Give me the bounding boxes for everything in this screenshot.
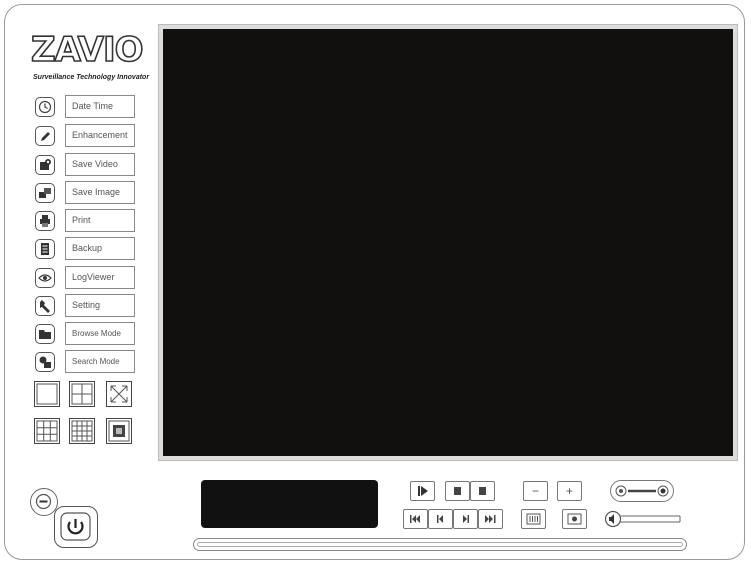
volume-slider[interactable] [603, 509, 681, 529]
pause-icon [454, 487, 461, 495]
menu-item-search-mode[interactable]: Search Mode [35, 350, 155, 374]
step-back-button[interactable] [428, 509, 453, 529]
menu-item-save-image[interactable]: Save Image [35, 181, 155, 205]
menu-item-enhancement[interactable]: Enhancement [35, 124, 155, 148]
setting-button[interactable]: Setting [65, 294, 135, 317]
step-forward-icon [463, 515, 469, 523]
menu-item-save-video[interactable]: Save Video [35, 153, 155, 177]
menu-item-backup[interactable]: Backup [35, 237, 155, 261]
save-image-button[interactable]: Save Image [65, 181, 135, 204]
clock-icon [35, 97, 55, 117]
save-image-icon [35, 183, 55, 203]
single-view-icon [36, 383, 58, 405]
backup-button[interactable]: Backup [65, 237, 135, 260]
save-video-button[interactable]: Save Video [65, 153, 135, 176]
zoom-in-button[interactable]: + [557, 481, 582, 501]
enhancement-button[interactable]: Enhancement [65, 124, 135, 147]
single-view-button[interactable] [34, 381, 60, 407]
stop-icon [479, 487, 486, 495]
power-button[interactable] [54, 506, 98, 548]
timeline-track [197, 542, 683, 547]
custom-view-button[interactable] [106, 418, 132, 444]
save-video-icon [35, 155, 55, 175]
logo-text: ZAVIO [30, 29, 144, 71]
search-mode-icon [35, 352, 55, 372]
menu-item-browse-mode[interactable]: Browse Mode [35, 322, 155, 346]
date-time-button[interactable]: Date Time [65, 95, 135, 118]
power-icon [60, 512, 91, 541]
menu-item-logviewer[interactable]: LogViewer [35, 266, 155, 290]
volume-icon [604, 510, 681, 528]
custom-view-icon [108, 420, 130, 442]
pencil-icon [35, 126, 55, 146]
step-forward-button[interactable] [453, 509, 478, 529]
speed-slider[interactable] [610, 480, 674, 502]
wrench-icon [35, 296, 55, 316]
pause-button[interactable] [445, 481, 470, 501]
folder-icon [35, 324, 55, 344]
step-back-icon [437, 515, 443, 523]
zoom-out-button[interactable]: − [523, 481, 548, 501]
focus-icon [567, 513, 582, 525]
play-icon [418, 486, 428, 496]
fullscreen-button[interactable] [106, 381, 132, 407]
sixteen-view-icon [71, 420, 93, 442]
eye-icon [35, 268, 55, 288]
skip-end-icon [485, 515, 496, 523]
skip-start-button[interactable] [403, 509, 428, 529]
speed-slider-track [615, 485, 669, 497]
minus-circle-icon [35, 493, 52, 510]
status-display [201, 480, 378, 528]
fullscreen-icon [110, 385, 128, 403]
stop-button[interactable] [470, 481, 495, 501]
timeline-progress-bar[interactable] [193, 538, 687, 551]
nine-view-icon [36, 420, 58, 442]
nine-view-button[interactable] [34, 418, 60, 444]
menu-item-setting[interactable]: Setting [35, 294, 155, 318]
play-button[interactable] [410, 481, 435, 501]
brand-logo: ZAVIO Surveillance Technology Innovator [30, 29, 151, 85]
sixteen-view-button[interactable] [69, 418, 95, 444]
video-screen[interactable] [163, 29, 733, 456]
printer-icon [35, 211, 55, 231]
quad-view-button[interactable] [69, 381, 95, 407]
logviewer-button[interactable]: LogViewer [65, 266, 135, 289]
skip-start-icon [410, 515, 420, 523]
browse-mode-button[interactable]: Browse Mode [65, 322, 135, 345]
backup-icon [35, 239, 55, 259]
pan-icon [526, 513, 541, 525]
menu-item-date-time[interactable]: Date Time [35, 95, 155, 119]
video-viewport[interactable] [158, 24, 738, 461]
menu-item-print[interactable]: Print [35, 209, 155, 233]
print-button[interactable]: Print [65, 209, 135, 232]
pan-button[interactable] [521, 509, 546, 529]
brand-tagline: Surveillance Technology Innovator [33, 74, 150, 81]
skip-end-button[interactable] [478, 509, 503, 529]
search-mode-button[interactable]: Search Mode [65, 350, 135, 373]
quad-view-icon [71, 383, 93, 405]
focus-button[interactable] [562, 509, 587, 529]
